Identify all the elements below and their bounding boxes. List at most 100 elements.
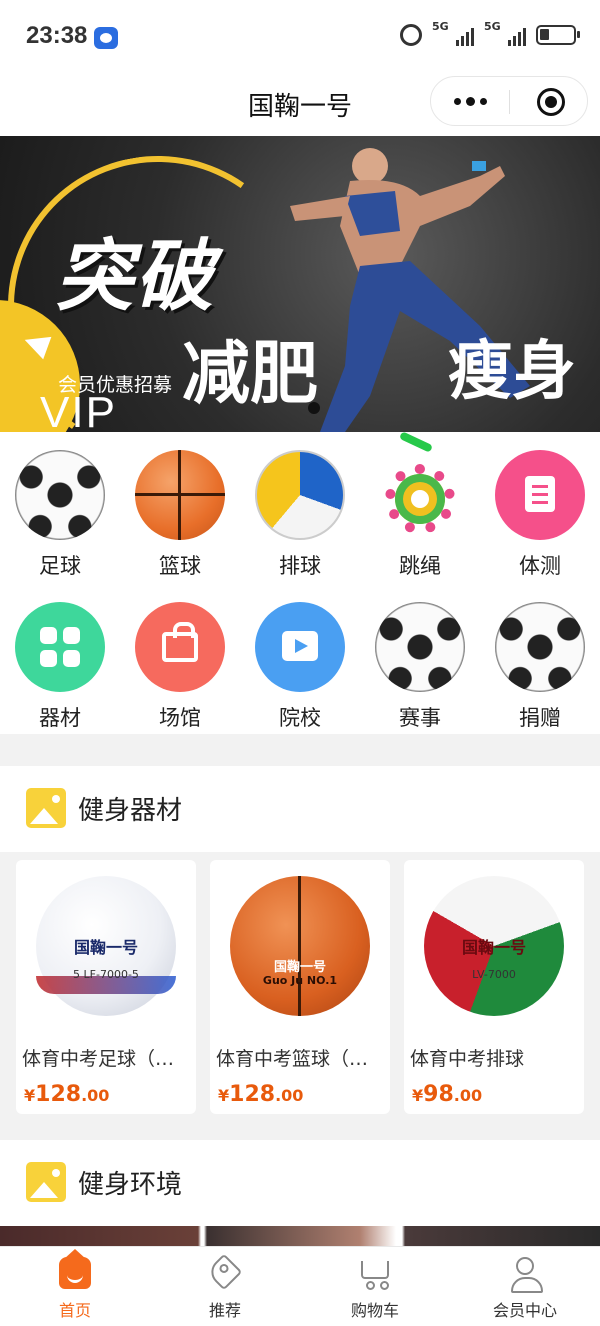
category-school[interactable]: 院校	[240, 584, 360, 734]
tab-label: 会员中心	[492, 1301, 557, 1320]
category-label: 排球	[279, 554, 321, 578]
ball-model-text: Guo Ju NO.1	[262, 974, 338, 987]
ball-print-text: 国鞠一号	[461, 938, 526, 957]
user-icon	[509, 1257, 543, 1293]
document-icon	[495, 450, 585, 540]
basketball-icon	[135, 450, 225, 540]
category-label: 场馆	[159, 706, 201, 730]
product-price: ¥128.00	[24, 1082, 109, 1107]
tab-recommend[interactable]: 推荐	[150, 1247, 300, 1326]
category-label: 体测	[519, 554, 561, 578]
category-equipment[interactable]: 器材	[0, 584, 120, 734]
category-venue[interactable]: 场馆	[120, 584, 240, 734]
category-label: 篮球	[159, 554, 201, 578]
product-list: 国鞠一号 5 LF-7000-5 体育中考足球（… ¥128.00 国鞠一号 G…	[0, 852, 600, 1140]
category-fitness-test[interactable]: 体测	[480, 432, 600, 582]
alarm-icon	[400, 24, 422, 46]
currency-symbol: ¥	[218, 1086, 230, 1105]
signal-icon: 5G	[432, 20, 474, 46]
banner-subtitle-left: 减肥	[182, 335, 319, 414]
baidu-icon	[94, 27, 118, 49]
category-label: 足球	[39, 554, 81, 578]
status-bar: 23:38 5G 5G	[0, 0, 600, 76]
category-label: 赛事	[399, 706, 441, 730]
price-integer: 128	[35, 1082, 82, 1107]
product-name: 体育中考足球（…	[22, 1048, 175, 1070]
banner-vip: VIP	[40, 388, 117, 432]
product-image: 国鞠一号 Guo Ju NO.1	[230, 876, 370, 1016]
category-grid: 足球 篮球 排球 跳绳 体测 器材 场馆 院校 赛事 捐赠	[0, 431, 600, 734]
soccer-ball-icon	[495, 602, 585, 692]
image-icon	[26, 788, 66, 828]
product-name: 体育中考排球	[410, 1048, 525, 1070]
category-volleyball[interactable]: 排球	[240, 432, 360, 582]
currency-symbol: ¥	[412, 1086, 424, 1105]
status-time: 23:38	[26, 22, 88, 49]
currency-symbol: ¥	[24, 1086, 36, 1105]
price-integer: 128	[229, 1082, 276, 1107]
tab-label: 推荐	[208, 1301, 241, 1320]
close-target-icon[interactable]	[537, 88, 565, 116]
product-price: ¥128.00	[218, 1082, 303, 1107]
product-name: 体育中考篮球（…	[216, 1048, 369, 1070]
category-basketball[interactable]: 篮球	[120, 432, 240, 582]
category-jump-rope[interactable]: 跳绳	[360, 431, 480, 582]
category-label: 器材	[39, 706, 81, 730]
price-decimal: .00	[275, 1086, 304, 1105]
section-title: 健身器材	[78, 796, 183, 826]
network-label: 5G	[432, 20, 449, 33]
more-dots-icon[interactable]	[431, 77, 509, 125]
ball-print-text: 国鞠一号	[273, 960, 326, 975]
soccer-ball-icon	[375, 602, 465, 692]
category-label: 院校	[279, 706, 321, 730]
tab-label: 购物车	[350, 1301, 399, 1320]
tab-label: 首页	[58, 1301, 91, 1320]
jump-rope-icon	[375, 431, 465, 540]
category-label: 跳绳	[399, 554, 441, 578]
banner-subtitle-right: 瘦身	[448, 335, 576, 409]
grid-icon	[15, 602, 105, 692]
tab-member-center[interactable]: 会员中心	[450, 1247, 600, 1326]
cart-icon	[359, 1257, 391, 1290]
product-card[interactable]: 国鞠一号 5 LF-7000-5 体育中考足球（… ¥128.00	[16, 860, 196, 1114]
section-title: 健身环境	[78, 1170, 183, 1200]
section-header-equipment: 健身器材	[0, 766, 600, 852]
price-decimal: .00	[81, 1086, 110, 1105]
bottom-tab-bar: 首页 推荐 购物车 会员中心	[0, 1246, 600, 1326]
page: 23:38 5G 5G 国鞠一号 突破 减肥 瘦身 会员优惠招募 VIP 足球 …	[0, 0, 600, 1326]
volleyball-icon	[255, 450, 345, 540]
banner-headline: 突破	[55, 232, 216, 322]
product-image: 国鞠一号 5 LF-7000-5	[36, 876, 176, 1016]
status-icons: 5G 5G	[400, 20, 580, 46]
promo-banner[interactable]: 突破 减肥 瘦身 会员优惠招募 VIP	[0, 136, 600, 432]
category-soccer[interactable]: 足球	[0, 432, 120, 582]
capsule-divider	[509, 90, 510, 114]
image-icon	[26, 1162, 66, 1202]
play-icon	[255, 602, 345, 692]
ball-model-text: LV-7000	[472, 968, 516, 981]
signal-icon: 5G	[484, 20, 526, 46]
category-events[interactable]: 赛事	[360, 584, 480, 734]
ball-print-text: 国鞠一号	[73, 938, 138, 957]
soccer-ball-icon	[15, 450, 105, 540]
nav-bar: 国鞠一号	[0, 76, 600, 136]
battery-icon	[536, 25, 580, 45]
tab-cart[interactable]: 购物车	[300, 1247, 450, 1326]
capsule-menu	[430, 76, 588, 126]
product-card[interactable]: 国鞠一号 LV-7000 体育中考排球 ¥98.00	[404, 860, 584, 1114]
tab-home[interactable]: 首页	[0, 1247, 150, 1326]
category-label: 捐赠	[519, 706, 561, 730]
network-label: 5G	[484, 20, 501, 33]
product-price: ¥98.00	[412, 1082, 482, 1107]
product-card[interactable]: 国鞠一号 Guo Ju NO.1 体育中考篮球（… ¥128.00	[210, 860, 390, 1114]
tag-icon	[205, 1253, 243, 1291]
category-donation[interactable]: 捐赠	[480, 584, 600, 734]
home-icon	[59, 1249, 91, 1289]
price-integer: 98	[423, 1082, 454, 1107]
carousel-indicator[interactable]	[308, 402, 320, 414]
ball-model-text: 5 LF-7000-5	[73, 968, 139, 981]
bag-icon	[135, 602, 225, 692]
price-decimal: .00	[453, 1086, 483, 1105]
product-image: 国鞠一号 LV-7000	[424, 876, 564, 1016]
section-header-environment: 健身环境	[0, 1140, 600, 1226]
